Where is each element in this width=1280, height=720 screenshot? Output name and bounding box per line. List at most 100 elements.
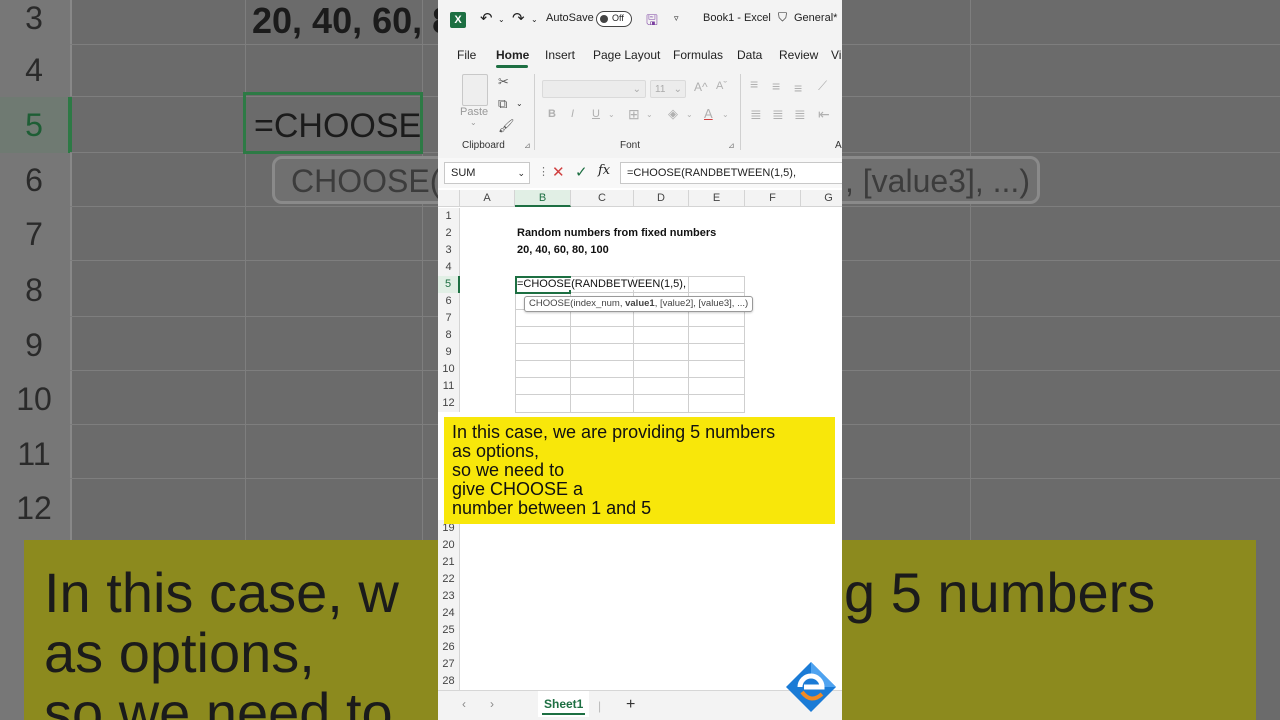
cut-icon[interactable]: ✂	[498, 74, 509, 90]
enter-icon[interactable]: ✓	[575, 163, 588, 181]
row-header-selected[interactable]: 5	[438, 276, 460, 293]
row-header[interactable]: 8	[438, 327, 460, 344]
sheet-tab-bar: ‹ › Sheet1 | +	[438, 690, 842, 720]
column-header-g[interactable]: G	[801, 190, 842, 207]
caption-line: so we need to	[452, 460, 565, 480]
grow-font-icon[interactable]: A^	[694, 80, 708, 94]
clipboard-launcher-icon[interactable]: ⊿	[524, 141, 531, 150]
row-header[interactable]: 1	[438, 208, 460, 225]
align-bottom-icon[interactable]: ≡	[794, 80, 802, 96]
new-sheet-button[interactable]: +	[626, 696, 635, 714]
more-icon[interactable]: ⋮	[538, 165, 549, 178]
underline-dropdown-icon[interactable]: ⌄	[608, 110, 615, 119]
tab-insert[interactable]: Insert	[545, 48, 575, 62]
paste-dropdown-icon[interactable]: ⌄	[470, 118, 477, 127]
row-header[interactable]: 12	[438, 395, 460, 412]
row-header[interactable]: 20	[438, 537, 460, 554]
fill-color-icon[interactable]: ◈	[668, 106, 678, 122]
caption-line: number between 1 and 5	[452, 498, 652, 518]
row-header[interactable]: 28	[438, 673, 460, 690]
tab-data[interactable]: Data	[737, 48, 762, 62]
sensitivity-label[interactable]: General*	[794, 12, 837, 24]
cell-b3-values[interactable]: 20, 40, 60, 80, 100	[517, 244, 609, 256]
font-color-icon[interactable]: A	[704, 106, 713, 121]
redo-icon[interactable]: ↷	[512, 9, 525, 27]
paste-icon[interactable]	[462, 74, 488, 106]
cell-b5-editing-text[interactable]: =CHOOSE(RANDBETWEEN(1,5),	[517, 278, 686, 290]
font-name-select[interactable]: ⌄	[542, 80, 646, 98]
borders-dropdown-icon[interactable]: ⌄	[646, 110, 653, 119]
format-painter-icon[interactable]: 🖌	[498, 118, 515, 134]
title-bar: X ↶ ⌄ ↷ ⌄ AutoSave Off 🖫 ▿ Book1 - Excel…	[438, 0, 842, 40]
column-header-e[interactable]: E	[689, 190, 745, 207]
tab-review[interactable]: Review	[779, 48, 818, 62]
redo-dropdown-icon[interactable]: ⌄	[531, 15, 538, 24]
row-header[interactable]: 7	[438, 310, 460, 327]
orientation-icon[interactable]: ⟋	[818, 78, 827, 94]
cancel-icon[interactable]: ✕	[552, 163, 565, 181]
column-header-f[interactable]: F	[745, 190, 801, 207]
scroll-right-icon[interactable]: ›	[490, 697, 494, 711]
insert-function-icon[interactable]: fx	[598, 163, 610, 178]
table-row	[515, 327, 745, 344]
align-left-icon[interactable]: ≣	[750, 106, 762, 123]
table-row	[515, 344, 745, 361]
save-icon[interactable]: 🖫	[646, 10, 658, 34]
tab-home[interactable]: Home	[496, 48, 529, 62]
shrink-font-icon[interactable]: Aˇ	[716, 80, 727, 92]
formula-input[interactable]: =CHOOSE(RANDBETWEEN(1,5),	[620, 162, 842, 184]
autosave-toggle[interactable]: Off	[596, 11, 632, 27]
row-header[interactable]: 6	[438, 293, 460, 310]
bold-icon[interactable]: B	[548, 108, 556, 120]
tab-file[interactable]: File	[457, 48, 476, 62]
undo-dropdown-icon[interactable]: ⌄	[498, 15, 505, 24]
ribbon-home: Paste ⌄ ✂ ⧉ ⌄ 🖌 Clipboard ⊿ ⌄ 11 ⌄ A^ Aˇ …	[438, 68, 842, 159]
copy-icon[interactable]: ⧉	[498, 96, 507, 112]
row-header[interactable]: 4	[438, 259, 460, 276]
tab-page-layout[interactable]: Page Layout	[593, 48, 660, 62]
sheet-tab-sheet1[interactable]: Sheet1	[538, 691, 590, 717]
font-size-select[interactable]: 11 ⌄	[650, 80, 686, 98]
row-header[interactable]: 27	[438, 656, 460, 673]
decrease-indent-icon[interactable]: ⇤	[818, 106, 830, 123]
function-tooltip[interactable]: CHOOSE(index_num, value1, [value2], [val…	[524, 296, 754, 312]
row-header[interactable]: 10	[438, 361, 460, 378]
undo-icon[interactable]: ↶	[480, 9, 493, 27]
row-header[interactable]: 2	[438, 225, 460, 242]
select-all-corner[interactable]	[438, 190, 460, 207]
column-header-d[interactable]: D	[634, 190, 689, 207]
sheet-tab-label: Sheet1	[544, 697, 584, 711]
borders-icon[interactable]: ⊞	[628, 106, 640, 123]
row-header[interactable]: 21	[438, 554, 460, 571]
row-header[interactable]: 25	[438, 622, 460, 639]
cell-b2-heading[interactable]: Random numbers from fixed numbers	[517, 227, 716, 239]
column-header-c[interactable]: C	[571, 190, 634, 207]
copy-dropdown-icon[interactable]: ⌄	[516, 99, 523, 108]
align-top-icon[interactable]: ≡	[750, 76, 758, 92]
underline-icon[interactable]: U	[592, 108, 600, 120]
row-header[interactable]: 9	[438, 344, 460, 361]
scroll-left-icon[interactable]: ‹	[462, 697, 466, 711]
italic-icon[interactable]: I	[571, 108, 574, 120]
fill-color-dropdown-icon[interactable]: ⌄	[686, 110, 693, 119]
row-header[interactable]: 24	[438, 605, 460, 622]
row-header[interactable]: 26	[438, 639, 460, 656]
column-header-a[interactable]: A	[460, 190, 515, 207]
font-launcher-icon[interactable]: ⊿	[728, 141, 735, 150]
tab-view[interactable]: Vi	[831, 48, 841, 62]
align-right-icon[interactable]: ≣	[794, 106, 806, 123]
align-middle-icon[interactable]: ≡	[772, 78, 780, 94]
row-header[interactable]: 23	[438, 588, 460, 605]
font-color-dropdown-icon[interactable]: ⌄	[722, 110, 729, 119]
align-center-icon[interactable]: ≣	[772, 106, 784, 123]
row-header[interactable]: 22	[438, 571, 460, 588]
tab-formulas[interactable]: Formulas	[673, 48, 723, 62]
paste-label[interactable]: Paste	[460, 106, 488, 118]
tooltip-function-name[interactable]: CHOOSE(	[529, 298, 573, 309]
name-box[interactable]: SUM ⌄	[444, 162, 530, 184]
customize-toolbar-icon[interactable]: ▿	[674, 13, 679, 24]
tooltip-arg-current: value1	[625, 298, 655, 309]
column-header-b[interactable]: B	[515, 190, 571, 207]
row-header[interactable]: 11	[438, 378, 460, 395]
row-header[interactable]: 3	[438, 242, 460, 259]
